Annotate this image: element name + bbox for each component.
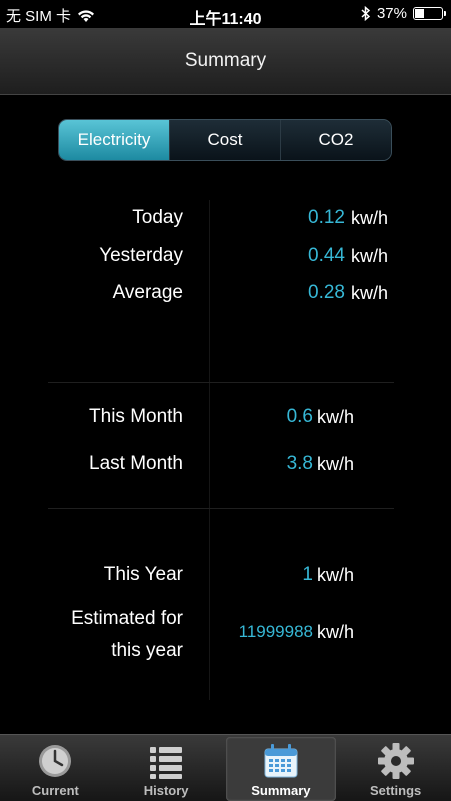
summary-row-average: Average 0.28 kw/h (0, 282, 451, 310)
row-label: Today (132, 207, 183, 228)
row-value: 3.8 (286, 453, 313, 474)
row-label: Yesterday (99, 245, 183, 266)
section-divider (48, 508, 394, 509)
row-label: Last Month (89, 453, 183, 474)
summary-row-estimated-year: Estimated for this year 11999988 kw/h (0, 603, 451, 673)
row-unit: kw/h (351, 246, 389, 266)
bluetooth-icon (361, 6, 371, 21)
gear-icon (377, 743, 414, 779)
row-value: 1 (302, 564, 313, 585)
row-label: Average (112, 282, 183, 303)
summary-row-today: Today 0.12 kw/h (0, 207, 451, 235)
battery-percent: 37% (376, 5, 407, 22)
list-icon (150, 747, 183, 779)
row-value: 0.6 (286, 406, 313, 427)
row-value: 0.12 (308, 207, 345, 228)
tab-history[interactable]: History (111, 735, 222, 801)
navigation-bar: Summary (0, 28, 451, 95)
metric-segmented-control: Electricity Cost CO2 (58, 119, 392, 161)
row-unit: kw/h (317, 622, 355, 642)
summary-row-yesterday: Yesterday 0.44 kw/h (0, 245, 451, 273)
row-label: This Year (103, 564, 183, 585)
segment-label: Cost (207, 130, 243, 149)
segment-co2[interactable]: CO2 (280, 120, 391, 160)
segment-electricity[interactable]: Electricity (59, 120, 169, 160)
row-unit: kw/h (317, 454, 355, 474)
row-unit: kw/h (351, 208, 389, 228)
segment-label: Electricity (77, 130, 151, 149)
summary-row-last-month: Last Month 3.8 kw/h (0, 453, 451, 481)
summary-row-this-year: This Year 1 kw/h (0, 564, 451, 592)
battery-icon (413, 7, 446, 20)
tab-label: Current (31, 783, 79, 798)
segment-label: CO2 (318, 130, 354, 149)
row-value: 11999988 (238, 622, 313, 641)
page-title: Summary (184, 50, 267, 71)
clock-icon (39, 745, 72, 777)
tab-label: Summary (251, 783, 311, 798)
row-unit: kw/h (351, 283, 389, 303)
section-divider (48, 382, 394, 383)
row-label: This Month (89, 406, 183, 427)
status-bar: 无 SIM 卡 上午11:40 37% (0, 0, 451, 28)
row-label: Estimated for this year (71, 603, 183, 667)
row-unit: kw/h (317, 407, 355, 427)
row-value: 0.44 (308, 245, 345, 266)
row-label-line1: Estimated for (71, 608, 183, 629)
tab-settings[interactable]: Settings (340, 735, 451, 801)
tab-bar: Current History Summary Settings (0, 734, 451, 801)
tab-label: Settings (369, 783, 422, 798)
calendar-icon (264, 744, 298, 778)
row-unit: kw/h (317, 565, 355, 585)
tab-current[interactable]: Current (0, 735, 111, 801)
segment-cost[interactable]: Cost (169, 120, 280, 160)
summary-row-this-month: This Month 0.6 kw/h (0, 406, 451, 434)
row-value: 0.28 (308, 282, 345, 303)
tab-summary[interactable]: Summary (225, 737, 337, 801)
row-label-line2: this year (111, 640, 183, 661)
tab-label: History (143, 783, 189, 798)
